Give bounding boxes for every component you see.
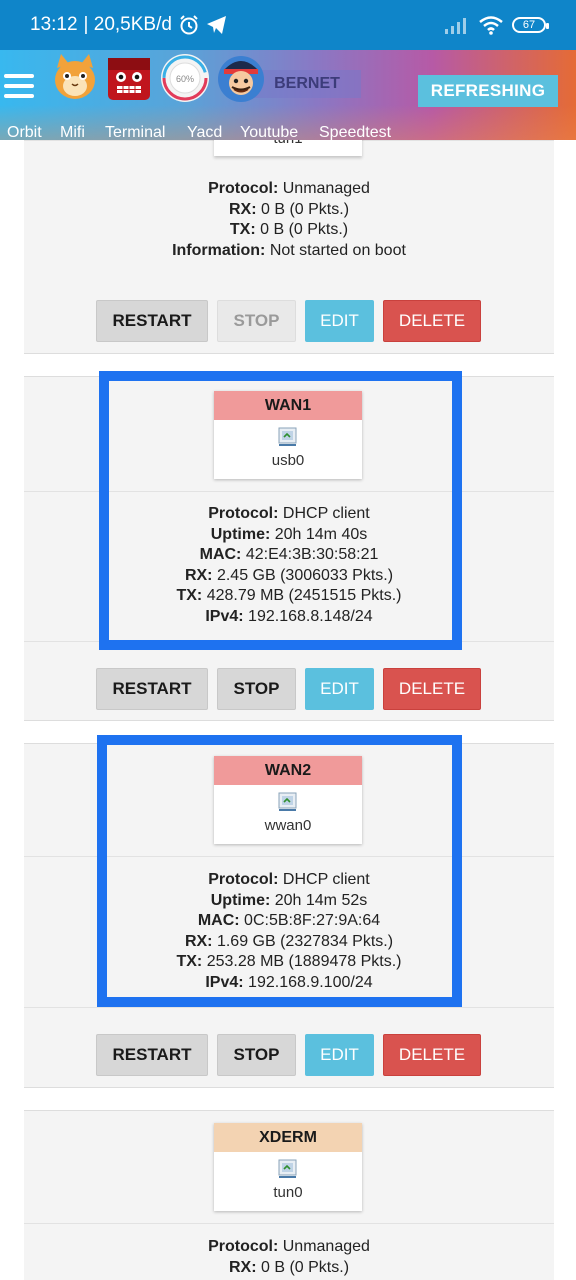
- interface-device: tun0: [273, 1184, 303, 1201]
- info-tx: TX: 0 B (0 Pkts.): [229, 221, 349, 238]
- info-rx: RX: 0 B (0 Pkts.): [228, 1258, 350, 1276]
- interface-card-xderm: XDERM tun0 Protocol: Unmanaged RX: 0 B (…: [24, 1110, 554, 1280]
- interface-name: WAN1: [214, 391, 362, 420]
- network-device-icon: [214, 420, 362, 450]
- interface-actions: RESTART STOP EDIT DELETE: [24, 274, 554, 358]
- stop-button[interactable]: STOP: [217, 668, 296, 710]
- info-uptime: Uptime: 20h 14m 52s: [210, 891, 368, 909]
- info-tx: TX: 428.79 MB (2451515 Pkts.): [176, 587, 402, 604]
- info-protocol: Protocol: DHCP client: [208, 871, 370, 888]
- wifi-icon: [479, 16, 503, 35]
- delete-button[interactable]: DELETE: [383, 300, 481, 342]
- card-separator: [24, 721, 554, 743]
- interface-badge: WAN1 usb0: [214, 391, 362, 479]
- info-uptime: Uptime: 20h 14m 40s: [210, 525, 368, 543]
- status-bar: 13:12 | 20,5KB/d 67: [0, 0, 576, 50]
- info-rx: RX: 1.69 GB (2327834 Pkts.): [184, 932, 394, 950]
- info-ipv4: IPv4: 192.168.9.100/24: [205, 973, 373, 991]
- interface-device: usb0: [271, 452, 305, 469]
- interfaces-list: tun1 Protocol: Unmanaged RX: 0 B (0 Pkts…: [24, 128, 554, 1280]
- network-device-icon: [214, 785, 362, 815]
- restart-button[interactable]: RESTART: [96, 1034, 208, 1076]
- interface-actions: RESTART STOP EDIT DELETE: [24, 641, 554, 725]
- interface-name: XDERM: [214, 1123, 362, 1152]
- restart-button[interactable]: RESTART: [96, 300, 208, 342]
- interface-device: wwan0: [264, 817, 312, 834]
- app-label-orbit[interactable]: Orbit: [7, 124, 42, 142]
- info-ipv4: IPv4: 192.168.8.148/24: [205, 607, 373, 625]
- interface-badge: WAN2 wwan0: [214, 756, 362, 844]
- info-mac: MAC: 0C:5B:8F:27:9A:64: [197, 912, 381, 929]
- card-separator: [24, 1088, 554, 1110]
- card-separator: [24, 354, 554, 376]
- app-label-terminal[interactable]: Terminal: [105, 124, 165, 142]
- interface-header: WAN1 usb0: [24, 377, 554, 492]
- status-net-speed: | 20,5KB/d: [83, 14, 172, 35]
- signal-icon: [445, 18, 466, 34]
- app-label-speedtest[interactable]: Speedtest: [319, 124, 391, 142]
- edit-button[interactable]: EDIT: [305, 668, 374, 710]
- app-shortcut-bar: BERNET 60% Orbit Mifi Terminal Yacd Yout…: [0, 50, 576, 141]
- app-label-mifi[interactable]: Mifi: [60, 124, 85, 142]
- delete-button[interactable]: DELETE: [383, 1034, 481, 1076]
- interface-info: Protocol: DHCP client Uptime: 20h 14m 52…: [24, 870, 554, 993]
- interface-card-wan2: WAN2 wwan0 Protocol: DHCP client Uptime:…: [24, 743, 554, 1088]
- refresh-button[interactable]: REFRESHING: [418, 75, 558, 107]
- interface-info: Protocol: Unmanaged RX: 0 B (0 Pkts.) TX…: [24, 179, 554, 261]
- info-protocol: Protocol: DHCP client: [208, 505, 370, 522]
- interface-actions: RESTART STOP EDIT DELETE: [24, 1007, 554, 1091]
- interface-badge: XDERM tun0: [214, 1123, 362, 1211]
- battery-level: 67: [522, 19, 536, 31]
- interface-header: WAN2 wwan0: [24, 744, 554, 857]
- edit-button[interactable]: EDIT: [305, 300, 374, 342]
- app-label-youtube[interactable]: Youtube: [240, 124, 298, 142]
- info-protocol: Protocol: Unmanaged: [208, 180, 370, 197]
- info-protocol: Protocol: Unmanaged: [208, 1238, 370, 1255]
- stop-button[interactable]: STOP: [217, 1034, 296, 1076]
- delete-button[interactable]: DELETE: [383, 668, 481, 710]
- info-tx: TX: 253.28 MB (1889478 Pkts.): [176, 953, 402, 970]
- interface-header: XDERM tun0: [24, 1111, 554, 1224]
- interface-card-bernet: tun1 Protocol: Unmanaged RX: 0 B (0 Pkts…: [24, 128, 554, 354]
- telegram-icon: [206, 16, 226, 34]
- interface-info: Protocol: DHCP client Uptime: 20h 14m 40…: [24, 504, 554, 627]
- app-labels: Orbit Mifi Terminal Yacd Youtube Speedte…: [0, 58, 430, 141]
- edit-button[interactable]: EDIT: [305, 1034, 374, 1076]
- app-label-yacd[interactable]: Yacd: [187, 124, 222, 142]
- alarm-icon: [180, 15, 198, 35]
- stop-button[interactable]: STOP: [217, 300, 296, 342]
- interface-info: Protocol: Unmanaged RX: 0 B (0 Pkts.): [24, 1237, 554, 1278]
- network-device-icon: [214, 1152, 362, 1182]
- interface-card-wan1: WAN1 usb0 Protocol: DHCP client Uptime: …: [24, 376, 554, 721]
- battery-icon: 67: [512, 17, 549, 33]
- info-rx: RX: 2.45 GB (3006033 Pkts.): [184, 566, 394, 584]
- restart-button[interactable]: RESTART: [96, 668, 208, 710]
- info-rx: RX: 0 B (0 Pkts.): [228, 200, 350, 218]
- info-mac: MAC: 42:E4:3B:30:58:21: [199, 546, 379, 563]
- info-information: Information: Not started on boot: [172, 241, 406, 259]
- status-time: 13:12: [30, 14, 78, 35]
- interface-name: WAN2: [214, 756, 362, 785]
